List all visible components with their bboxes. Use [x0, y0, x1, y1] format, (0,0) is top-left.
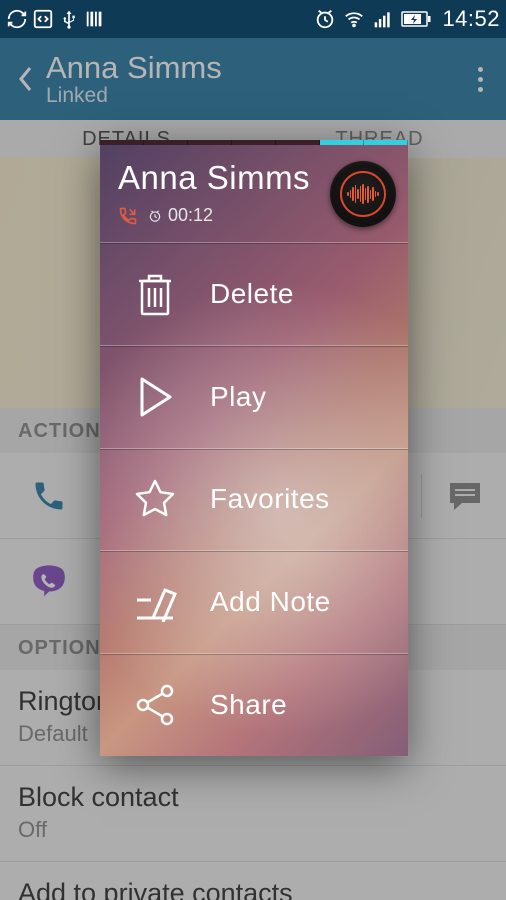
modal-item-share[interactable]: Share [100, 653, 408, 756]
signal-icon [372, 8, 394, 30]
trash-icon [100, 271, 210, 317]
code-icon [32, 8, 54, 30]
modal-share-label: Share [210, 689, 287, 721]
modal-favorites-label: Favorites [210, 483, 330, 515]
status-bar: 14:52 [0, 0, 506, 38]
add-note-icon [100, 582, 210, 622]
alarm-icon [314, 8, 336, 30]
clock-icon [148, 209, 162, 223]
modal-addnote-label: Add Note [210, 586, 331, 618]
play-icon [100, 375, 210, 419]
status-time: 14:52 [442, 6, 500, 32]
wifi-icon [343, 8, 365, 30]
status-left [6, 8, 106, 30]
status-right: 14:52 [314, 6, 500, 32]
star-icon [100, 477, 210, 521]
waveform-icon [340, 171, 386, 217]
modal-item-delete[interactable]: Delete [100, 242, 408, 345]
modal-delete-label: Delete [210, 278, 294, 310]
battery-icon [401, 8, 431, 30]
sync-icon [6, 8, 28, 30]
modal-item-favorites[interactable]: Favorites [100, 448, 408, 551]
modal-play-label: Play [210, 381, 266, 413]
modal-header: Anna Simms 00:12 [100, 145, 408, 242]
usb-icon [58, 8, 80, 30]
outgoing-call-icon [118, 206, 138, 226]
recording-duration: 00:12 [148, 205, 213, 226]
record-button[interactable] [330, 161, 396, 227]
barcode-icon [84, 8, 106, 30]
share-icon [100, 683, 210, 727]
recording-modal: Anna Simms 00:12 [100, 140, 408, 756]
duration-text: 00:12 [168, 205, 213, 226]
modal-item-add-note[interactable]: Add Note [100, 550, 408, 653]
modal-item-play[interactable]: Play [100, 345, 408, 448]
